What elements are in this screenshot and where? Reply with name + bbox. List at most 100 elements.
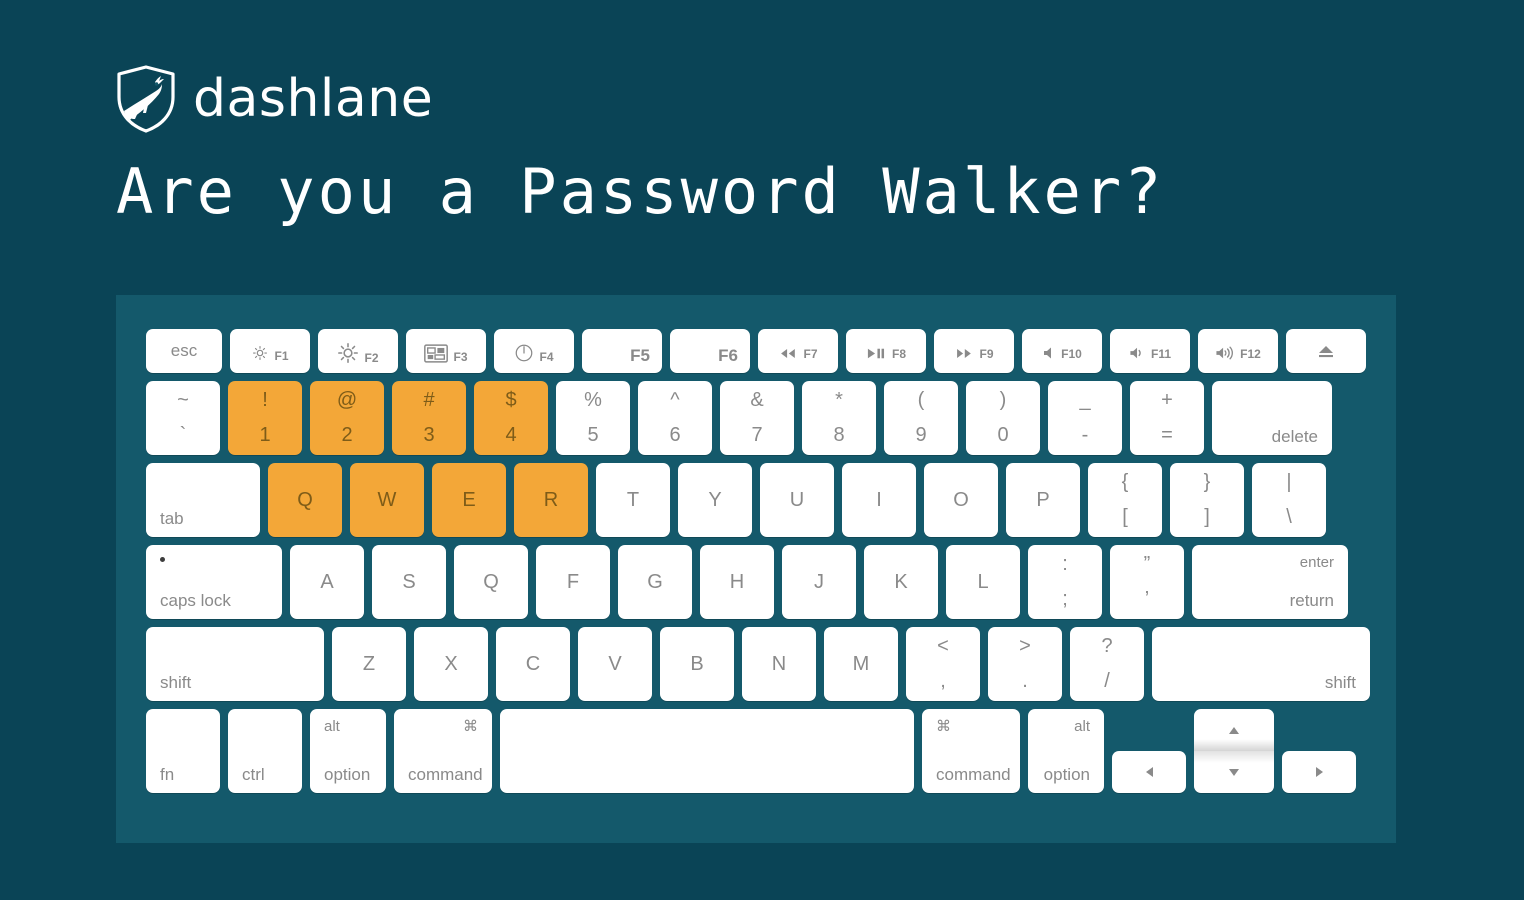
arrow-key-cluster	[1112, 709, 1356, 793]
key-caps-lock[interactable]: caps lock	[146, 545, 282, 619]
arrow-right-icon	[1282, 751, 1356, 793]
key-eject[interactable]	[1286, 329, 1366, 373]
key-k[interactable]: K	[864, 545, 938, 619]
key-i-label: I	[876, 488, 882, 511]
key-f1-brightness-down[interactable]: F1	[230, 329, 310, 373]
command-symbol-icon: ⌘	[463, 718, 478, 735]
rewind-icon	[778, 347, 798, 360]
key-backslash-legend-top: |	[1286, 471, 1292, 493]
key-f5-label: F5	[630, 346, 650, 365]
key-option-left-label-option: option	[324, 765, 371, 784]
key-slash[interactable]: ? /	[1070, 627, 1144, 701]
key-e[interactable]: E	[432, 463, 506, 537]
key-0[interactable]: ) 0	[966, 381, 1040, 455]
key-command-right[interactable]: ⌘ command	[922, 709, 1020, 793]
key-f8-play-pause[interactable]: F8	[846, 329, 926, 373]
key-5[interactable]: % 5	[556, 381, 630, 455]
key-v[interactable]: V	[578, 627, 652, 701]
key-u[interactable]: U	[760, 463, 834, 537]
key-o[interactable]: O	[924, 463, 998, 537]
key-return[interactable]: enter return	[1192, 545, 1348, 619]
key-y-label: Y	[708, 488, 722, 511]
key-7[interactable]: & 7	[720, 381, 794, 455]
key-arrow-down[interactable]	[1194, 751, 1274, 793]
key-equals[interactable]: + =	[1130, 381, 1204, 455]
key-b[interactable]: B	[660, 627, 734, 701]
key-shift-right[interactable]: shift	[1152, 627, 1370, 701]
key-arrow-right[interactable]	[1282, 751, 1356, 793]
key-arrow-up[interactable]	[1194, 709, 1274, 751]
eject-icon	[1317, 344, 1335, 359]
key-k-label: K	[894, 570, 908, 593]
key-f6[interactable]: F6	[670, 329, 750, 373]
key-6[interactable]: ^ 6	[638, 381, 712, 455]
key-shift-left[interactable]: shift	[146, 627, 324, 701]
key-p[interactable]: P	[1006, 463, 1080, 537]
key-tab[interactable]: tab	[146, 463, 260, 537]
key-t[interactable]: T	[596, 463, 670, 537]
key-f11-label: F11	[1150, 347, 1171, 361]
key-j[interactable]: J	[782, 545, 856, 619]
key-f11-volume-down[interactable]: F11	[1110, 329, 1190, 373]
key-g[interactable]: G	[618, 545, 692, 619]
key-r[interactable]: R	[514, 463, 588, 537]
key-period[interactable]: > .	[988, 627, 1062, 701]
key-arrow-left[interactable]	[1112, 751, 1186, 793]
key-semicolon[interactable]: : ;	[1028, 545, 1102, 619]
key-l-label: L	[977, 570, 989, 593]
key-f4-dashboard[interactable]: F4	[494, 329, 574, 373]
key-s[interactable]: S	[372, 545, 446, 619]
key-slash-legend-bottom: /	[1104, 670, 1110, 692]
key-bracket-left[interactable]: { [	[1088, 463, 1162, 537]
key-1[interactable]: ! 1	[228, 381, 302, 455]
key-q[interactable]: Q	[268, 463, 342, 537]
key-a[interactable]: A	[290, 545, 364, 619]
key-z[interactable]: Z	[332, 627, 406, 701]
key-f2-brightness-up[interactable]: F2	[318, 329, 398, 373]
key-command-left[interactable]: ⌘ command	[394, 709, 492, 793]
key-3[interactable]: # 3	[392, 381, 466, 455]
key-x[interactable]: X	[414, 627, 488, 701]
key-f12-volume-up[interactable]: F12	[1198, 329, 1278, 373]
key-space[interactable]	[500, 709, 914, 793]
key-2[interactable]: @ 2	[310, 381, 384, 455]
key-f3-mission-control[interactable]: F3	[406, 329, 486, 373]
key-option-right[interactable]: alt option	[1028, 709, 1104, 793]
key-f[interactable]: F	[536, 545, 610, 619]
shield-deer-icon	[115, 64, 177, 134]
key-c[interactable]: C	[496, 627, 570, 701]
key-4[interactable]: $ 4	[474, 381, 548, 455]
keyboard-row-function: esc F1 F2 F3 F4 F5 F6 F7 F8 F9 F10 F11 F…	[146, 329, 1366, 373]
key-tab-label: tab	[160, 509, 184, 528]
key-f9-fast-forward[interactable]: F9	[934, 329, 1014, 373]
key-fn[interactable]: fn	[146, 709, 220, 793]
key-w[interactable]: W	[350, 463, 424, 537]
key-bracket-right[interactable]: } ]	[1170, 463, 1244, 537]
key-i[interactable]: I	[842, 463, 916, 537]
key-8[interactable]: * 8	[802, 381, 876, 455]
key-4-legend-bottom: 4	[505, 424, 517, 446]
key-d[interactable]: Q	[454, 545, 528, 619]
key-backslash[interactable]: | \	[1252, 463, 1326, 537]
key-option-right-label-alt: alt	[1074, 718, 1090, 735]
key-f7-rewind[interactable]: F7	[758, 329, 838, 373]
key-l[interactable]: L	[946, 545, 1020, 619]
key-delete[interactable]: delete	[1212, 381, 1332, 455]
key-m[interactable]: M	[824, 627, 898, 701]
key-f-label: F	[566, 570, 580, 593]
key-n[interactable]: N	[742, 627, 816, 701]
key-f5[interactable]: F5	[582, 329, 662, 373]
key-y[interactable]: Y	[678, 463, 752, 537]
key-h[interactable]: H	[700, 545, 774, 619]
key-comma[interactable]: < ,	[906, 627, 980, 701]
key-minus[interactable]: _ -	[1048, 381, 1122, 455]
key-option-left[interactable]: alt option	[310, 709, 386, 793]
key-d-label: Q	[483, 570, 499, 593]
key-ctrl[interactable]: ctrl	[228, 709, 302, 793]
key-quote[interactable]: ” ’	[1110, 545, 1184, 619]
key-x-label: X	[444, 652, 458, 675]
key-9[interactable]: ( 9	[884, 381, 958, 455]
key-f10-mute[interactable]: F10	[1022, 329, 1102, 373]
key-backtick[interactable]: ~ `	[146, 381, 220, 455]
key-esc[interactable]: esc	[146, 329, 222, 373]
